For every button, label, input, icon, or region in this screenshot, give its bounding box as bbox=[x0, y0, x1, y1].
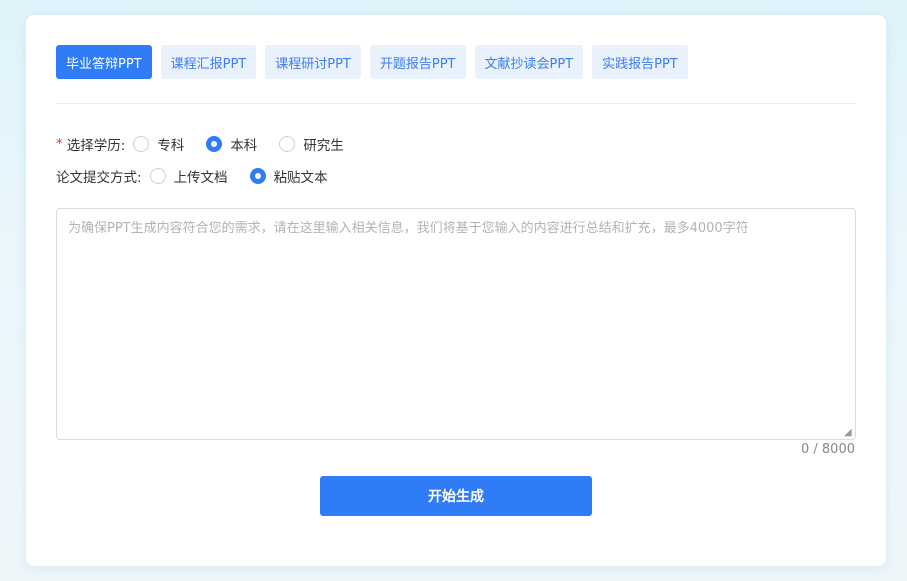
radio-education-bachelor[interactable]: 本科 bbox=[206, 134, 257, 154]
education-label: 选择学历: bbox=[66, 138, 126, 154]
content-textarea[interactable] bbox=[56, 208, 856, 440]
radio-circle-checked bbox=[206, 136, 223, 152]
start-generate-button[interactable]: 开始生成 bbox=[320, 476, 592, 516]
radio-label: 研究生 bbox=[303, 138, 344, 154]
character-counter: 0 / 8000 bbox=[801, 442, 855, 457]
radio-upload-document[interactable]: 上传文档 bbox=[149, 166, 228, 186]
resize-handle-icon[interactable]: ◢ bbox=[844, 428, 854, 438]
radio-paste-text[interactable]: 粘贴文本 bbox=[249, 166, 328, 186]
tab-graduation-defense[interactable]: 毕业答辩PPT bbox=[56, 45, 152, 79]
radio-circle-checked bbox=[249, 168, 266, 184]
tab-proposal-report[interactable]: 开题报告PPT bbox=[369, 45, 466, 79]
radio-circle bbox=[279, 136, 296, 152]
radio-education-graduate[interactable]: 研究生 bbox=[279, 134, 344, 154]
submission-row: 论文提交方式: 上传文档 粘贴文本 bbox=[56, 166, 342, 186]
radio-circle bbox=[133, 136, 150, 152]
radio-label: 粘贴文本 bbox=[273, 170, 328, 186]
radio-label: 本科 bbox=[230, 138, 258, 154]
ppt-type-tabs: 毕业答辩PPT 课程汇报PPT 课程研讨PPT 开题报告PPT 文献抄读会PPT… bbox=[56, 45, 688, 79]
radio-label: 专科 bbox=[157, 138, 185, 154]
tab-literature-reading[interactable]: 文献抄读会PPT bbox=[474, 45, 584, 79]
tab-course-report[interactable]: 课程汇报PPT bbox=[160, 45, 257, 79]
radio-label: 上传文档 bbox=[173, 170, 228, 186]
radio-education-junior[interactable]: 专科 bbox=[133, 134, 184, 154]
divider bbox=[56, 103, 856, 104]
tab-course-seminar[interactable]: 课程研讨PPT bbox=[265, 45, 361, 79]
education-row: * 选择学历: 专科 本科 研究生 bbox=[56, 134, 358, 154]
tab-practice-report[interactable]: 实践报告PPT bbox=[592, 45, 688, 79]
submission-label: 论文提交方式: bbox=[56, 170, 142, 186]
required-mark: * bbox=[56, 136, 63, 152]
form-card: 毕业答辩PPT 课程汇报PPT 课程研讨PPT 开题报告PPT 文献抄读会PPT… bbox=[26, 15, 886, 566]
radio-circle bbox=[149, 168, 166, 184]
